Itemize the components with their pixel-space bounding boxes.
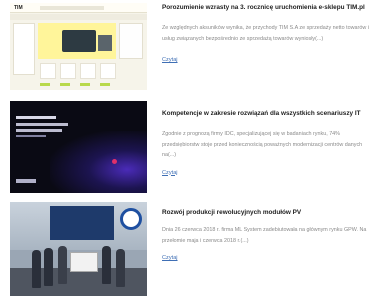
thumbnail-device — [62, 30, 96, 52]
thumbnail-person — [102, 246, 111, 284]
article-title[interactable]: Kompetencje w zakresie rozwiązań dla wsz… — [162, 108, 377, 120]
thumbnail-logo: TIM — [14, 5, 23, 11]
thumbnail-product — [40, 63, 56, 79]
thumbnail-site-header: TIM — [10, 3, 147, 13]
thumbnail-logo — [16, 179, 36, 183]
thumbnail-device — [98, 35, 112, 51]
thumbnail-exchange-logo — [120, 208, 142, 230]
thumbnail-headline — [16, 129, 62, 132]
thumbnail-floor — [10, 268, 147, 296]
read-more-link[interactable]: Czytaj — [162, 255, 178, 261]
thumbnail-board — [70, 252, 98, 272]
thumbnail-stage-screen — [50, 206, 114, 240]
article-item: Kompetencje w zakresie rozwiązań dla wsz… — [0, 99, 383, 197]
article-title[interactable]: Porozumienie wzrasty na 3. rocznicę uruc… — [162, 2, 377, 14]
thumbnail-headline — [16, 116, 56, 119]
thumbnail-price-tag — [100, 83, 110, 86]
article-title[interactable]: Rozwój produkcji rewolucyjnych modułów P… — [162, 207, 377, 219]
thumbnail-nav — [10, 14, 147, 20]
article-description: Dnia 26 czerwca 2018 r. firma ML System … — [162, 227, 367, 244]
article-description: Ze względnych aksuników wynika, że przyc… — [162, 25, 369, 42]
thumbnail-price-tag — [40, 83, 50, 86]
thumbnail-price-tag — [60, 83, 70, 86]
article-content: Kompetencje w zakresie rozwiązań dla wsz… — [162, 108, 377, 179]
thumbnail-search-bar — [40, 6, 104, 10]
thumbnail-product — [80, 63, 96, 79]
read-more-link[interactable]: Czytaj — [162, 57, 178, 63]
thumbnail-promo — [119, 23, 143, 59]
thumbnail-person — [32, 250, 41, 288]
thumbnail-glow — [50, 131, 147, 193]
thumbnail-accent-dot — [112, 159, 117, 164]
article-item: Rozwój produkcji rewolucyjnych modułów P… — [0, 202, 383, 298]
thumbnail-sidebar — [13, 23, 35, 75]
read-more-link[interactable]: Czytaj — [162, 170, 178, 176]
thumbnail-person — [44, 248, 53, 286]
thumbnail-person — [58, 246, 67, 284]
thumbnail-price-tag — [80, 83, 90, 86]
thumbnail-product — [60, 63, 76, 79]
thumbnail-headline — [16, 123, 68, 126]
article-thumbnail[interactable] — [10, 202, 147, 296]
article-thumbnail[interactable] — [10, 101, 147, 193]
article-content: Rozwój produkcji rewolucyjnych modułów P… — [162, 207, 377, 264]
thumbnail-person — [116, 249, 125, 287]
article-content: Porozumienie wzrasty na 3. rocznicę uruc… — [162, 2, 377, 66]
thumbnail-product — [100, 63, 116, 79]
article-thumbnail[interactable]: TIM — [10, 3, 147, 90]
article-item: TIM Porozumienie wzrasty na 3. rocznicę … — [0, 0, 383, 94]
thumbnail-subline — [16, 135, 46, 137]
article-description: Zgodnie z prognozą firmy IDC, specjalizu… — [162, 131, 363, 158]
